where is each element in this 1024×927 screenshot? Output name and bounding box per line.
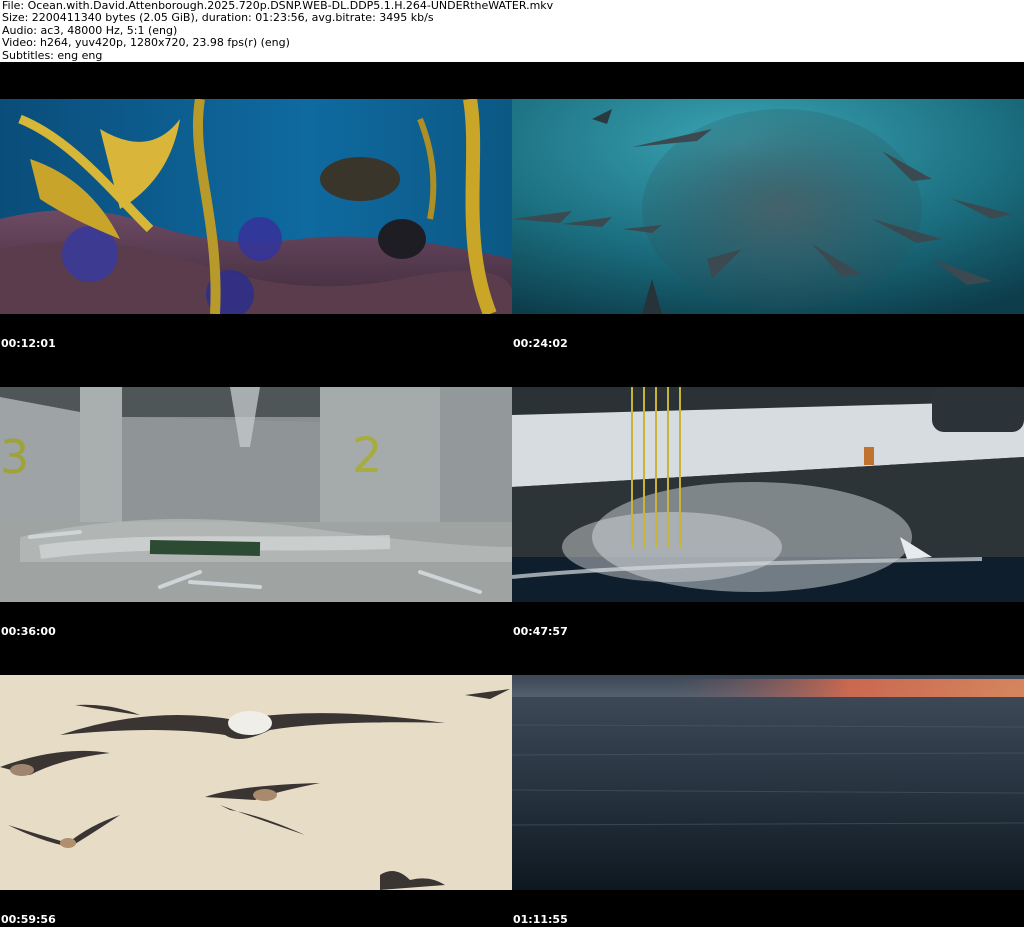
albatross-image	[0, 675, 512, 890]
frame-timestamp: 00:47:57	[513, 625, 568, 638]
file-size: Size: 2200411340 bytes (2.05 GiB), durat…	[2, 11, 434, 25]
ocean-horizon-image	[512, 675, 1024, 890]
frame-timestamp: 01:11:55	[513, 913, 568, 926]
thumbnail-frame-2: 00:24:02	[512, 62, 1024, 350]
thumbnail-frame-4: 00:47:57	[512, 350, 1024, 638]
fish-hold-image: 3 2	[0, 387, 512, 602]
frame-timestamp: 00:59:56	[1, 913, 56, 926]
frame-timestamp: 00:36:00	[1, 625, 56, 638]
subtitles-info: Subtitles: eng eng	[2, 48, 103, 62]
thumbnail-frame-1: 00:12:01	[0, 62, 512, 350]
bin-label-2: 2	[352, 428, 383, 484]
sharks-image	[512, 99, 1024, 314]
video-info: Video: h264, yuv420p, 1280x720, 23.98 fp…	[2, 36, 290, 50]
frame-timestamp: 00:12:01	[1, 337, 56, 350]
thumbnail-frame-6: 01:11:55	[512, 638, 1024, 926]
kelp-forest-image	[0, 99, 512, 314]
trawler-hull-image	[512, 387, 1024, 602]
thumbnail-frame-3: 3 2 00:36:00	[0, 350, 512, 638]
thumbnail-frame-5: 00:59:56	[0, 638, 512, 926]
file-info-header: File: Ocean.with.David.Attenborough.2025…	[0, 0, 1024, 62]
frame-timestamp: 00:24:02	[513, 337, 568, 350]
bin-label-3: 3	[0, 430, 29, 484]
